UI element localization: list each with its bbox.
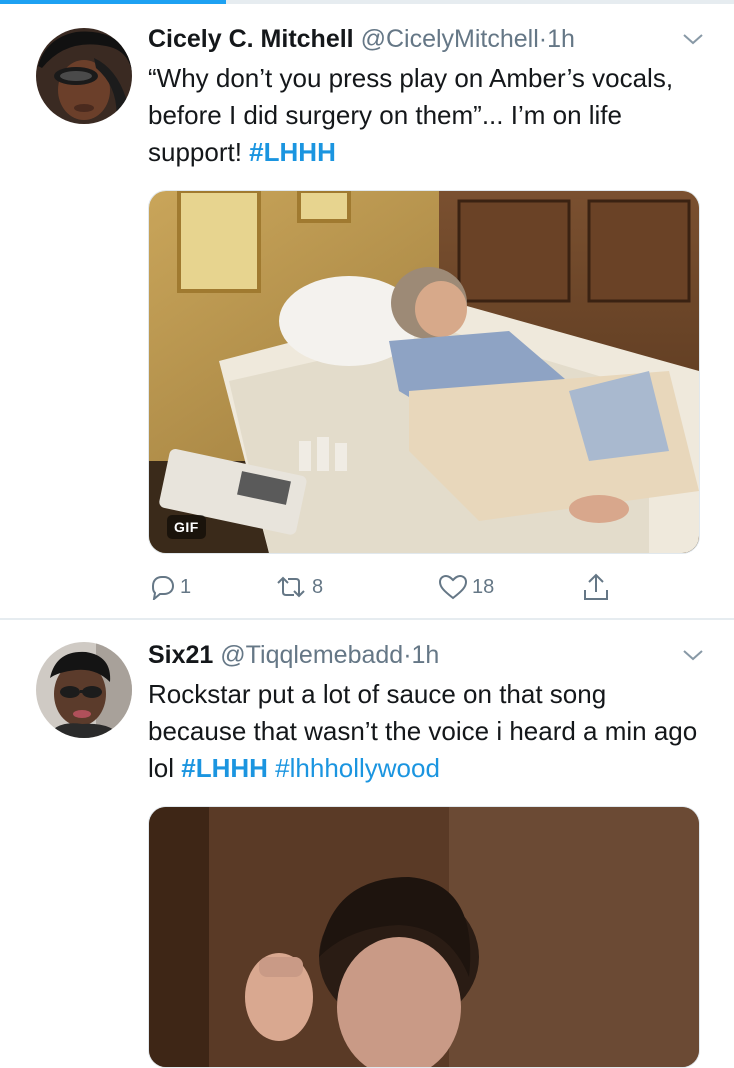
user-handle[interactable]: @CicelyMitchell — [361, 25, 539, 53]
tweet-header: Cicely C. Mitchell @CicelyMitchell·1h — [148, 22, 734, 56]
timestamp[interactable]: 1h — [547, 25, 575, 53]
tweet-actions: 1 8 18 — [148, 572, 628, 602]
chevron-down-icon[interactable] — [682, 32, 704, 46]
avatar[interactable] — [36, 28, 132, 124]
avatar-image — [36, 642, 132, 738]
gif-thumbnail — [149, 191, 699, 553]
tweet-text: Rockstar put a lot of sauce on that song… — [148, 676, 708, 787]
avatar[interactable] — [36, 642, 132, 738]
like-button[interactable]: 18 — [438, 572, 494, 602]
reply-button[interactable]: 1 — [148, 572, 191, 602]
reply-icon — [151, 576, 175, 600]
chevron-down-icon[interactable] — [682, 648, 704, 662]
separator-dot: · — [538, 25, 548, 53]
gif-badge: GIF — [167, 515, 206, 539]
like-count: 18 — [472, 575, 495, 598]
tweet-text-content: “Why don’t you press play on Amber’s voc… — [148, 63, 674, 167]
tweet-text: “Why don’t you press play on Amber’s voc… — [148, 60, 708, 171]
hashtag-link[interactable]: #LHHH — [249, 137, 336, 167]
display-name[interactable]: Cicely C. Mitchell — [148, 25, 354, 53]
retweet-button[interactable]: 8 — [274, 572, 323, 602]
timestamp[interactable]: 1h — [412, 641, 440, 669]
retweet-icon — [277, 576, 305, 598]
tweet-header: Six21 @Tiqqlemebadd·1h — [148, 638, 734, 672]
media-thumbnail — [149, 807, 699, 1067]
user-handle[interactable]: @Tiqqlemebadd — [220, 641, 403, 669]
share-icon — [584, 573, 608, 600]
retweet-count: 8 — [312, 575, 324, 598]
separator-dot: · — [403, 641, 412, 669]
tweet-media-gif[interactable]: GIF — [148, 190, 700, 554]
hashtag-link[interactable]: #LHHH — [181, 753, 268, 783]
share-button[interactable] — [582, 572, 610, 602]
tweet-media[interactable] — [148, 806, 700, 1068]
reply-count: 1 — [180, 575, 192, 598]
display-name[interactable]: Six21 — [148, 641, 213, 669]
tweet[interactable]: Six21 @Tiqqlemebadd·1h Rockstar put a lo… — [0, 620, 734, 1068]
tweet[interactable]: Cicely C. Mitchell @CicelyMitchell·1h “W… — [0, 4, 734, 618]
like-icon — [438, 574, 468, 600]
avatar-image — [36, 28, 132, 124]
hashtag-link[interactable]: #lhhhollywood — [275, 753, 440, 783]
